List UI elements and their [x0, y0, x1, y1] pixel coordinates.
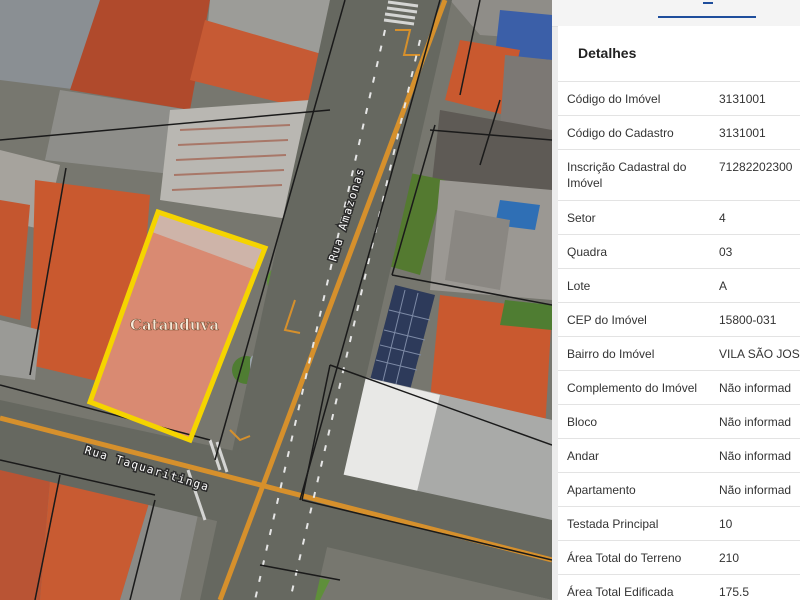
detail-row: Apartamento Não informad [558, 473, 800, 507]
detail-value: Não informad [719, 414, 792, 429]
detail-value: 03 [719, 244, 733, 259]
detail-value: 3131001 [719, 91, 766, 106]
detail-label: Inscrição Cadastral do Imóvel [567, 160, 687, 190]
detail-row: Bloco Não informad [558, 405, 800, 439]
details-title: Detalhes [558, 26, 800, 82]
detail-label: Área Total Edificada [567, 584, 674, 599]
detail-label: Apartamento [567, 482, 636, 497]
detail-row: Área Total Edificada 175.5 [558, 575, 800, 600]
detail-label: CEP do Imóvel [567, 312, 647, 327]
detail-value: 10 [719, 516, 733, 531]
detail-label: Complemento do Imóvel [567, 380, 698, 395]
detail-label: Lote [567, 278, 591, 293]
detail-value: 210 [719, 550, 740, 565]
detail-value: 175.5 [719, 584, 750, 599]
detail-label: Testada Principal [567, 516, 659, 531]
detail-label: Andar [567, 448, 600, 463]
tab-bar [552, 0, 800, 27]
detail-row: Código do Imóvel 3131001 [558, 82, 800, 116]
detail-row: Área Total do Terreno 210 [558, 541, 800, 575]
detail-label: Bairro do Imóvel [567, 346, 655, 361]
detail-row: Lote A [558, 269, 800, 303]
detail-label: Setor [567, 210, 596, 225]
details-card: Detalhes Código do Imóvel 3131001 Código d… [558, 26, 800, 600]
detail-row: Setor 4 [558, 201, 800, 235]
detail-value: 71282202300 [719, 160, 793, 174]
detail-value: VILA SÃO JOS [719, 346, 800, 361]
detail-label: Código do Cadastro [567, 125, 674, 140]
detail-label: Bloco [567, 414, 598, 429]
active-tab-indicator[interactable] [658, 16, 756, 18]
satellite-map[interactable]: Catanduva Rua Amazonas Rua Taquaritinga [0, 0, 552, 600]
detail-value: Não informad [719, 380, 792, 395]
detail-value: A [719, 278, 728, 293]
detail-row: Inscrição Cadastral do Imóvel 71282202300 [558, 150, 800, 201]
detail-row: Quadra 03 [558, 235, 800, 269]
detail-value: Não informad [719, 482, 792, 497]
detail-row: CEP do Imóvel 15800-031 [558, 303, 800, 337]
details-table: Código do Imóvel 3131001 Código do Cadastr… [558, 82, 800, 600]
details-panel: Detalhes Código do Imóvel 3131001 Código d… [552, 0, 800, 600]
detail-value: 4 [719, 210, 726, 225]
detail-value: 3131001 [719, 125, 766, 140]
city-label: Catanduva [130, 316, 219, 334]
tab-handle-icon[interactable] [703, 2, 713, 4]
detail-row: Andar Não informad [558, 439, 800, 473]
detail-label: Quadra [567, 244, 608, 259]
detail-row: Bairro do Imóvel VILA SÃO JOS [558, 337, 800, 371]
detail-value: 15800-031 [719, 312, 777, 327]
detail-value: Não informad [719, 448, 792, 463]
detail-row: Testada Principal 10 [558, 507, 800, 541]
detail-label: Área Total do Terreno [567, 550, 682, 565]
detail-row: Código do Cadastro 3131001 [558, 116, 800, 150]
detail-row: Complemento do Imóvel Não informad [558, 371, 800, 405]
detail-label: Código do Imóvel [567, 91, 661, 106]
